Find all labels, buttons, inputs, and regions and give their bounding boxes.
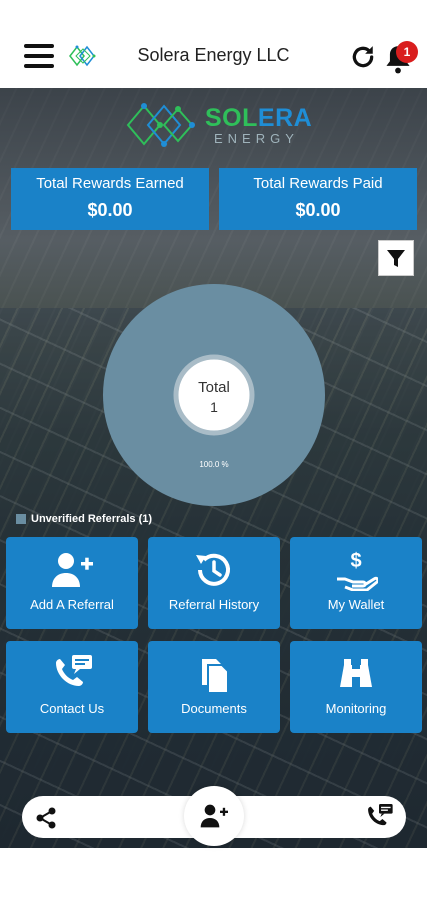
refresh-icon[interactable]: [350, 44, 376, 70]
tile-label: Documents: [181, 701, 247, 716]
tile-label: Add A Referral: [30, 597, 114, 612]
documents-icon: [202, 659, 229, 694]
filter-icon: [387, 250, 405, 267]
add-referral-fab[interactable]: [184, 786, 244, 846]
history-icon: [196, 553, 230, 586]
contact-phone-icon[interactable]: [364, 802, 394, 832]
legend-swatch: [16, 514, 26, 525]
rewards-earned-value: $0.00: [87, 200, 133, 220]
chart-center-value: 1: [210, 399, 218, 415]
brand-logo: SOLERA ENERGY: [124, 100, 312, 150]
brand-network-icon: [126, 103, 195, 147]
binoculars-icon: [340, 659, 372, 687]
rewards-paid-label: Total Rewards Paid: [253, 175, 383, 192]
rewards-paid-value: $0.00: [295, 200, 341, 220]
chart-legend: Unverified Referrals (1): [16, 513, 152, 525]
chart-center-label: Total: [198, 379, 230, 396]
referral-history-tile[interactable]: Referral History: [148, 537, 280, 629]
chart-slice-label: 100.0 %: [199, 460, 228, 469]
referrals-chart: Total 1 100.0 %: [102, 283, 326, 507]
referrals-donut-chart: Total 1 100.0 %: [103, 284, 325, 506]
wallet-hand-icon: $: [337, 550, 378, 591]
brand-name-part1: SOL: [205, 104, 258, 132]
phone-message-icon: [56, 655, 92, 686]
monitoring-tile[interactable]: Monitoring: [290, 641, 422, 733]
rewards-earned-label: Total Rewards Earned: [36, 175, 184, 192]
share-icon[interactable]: [34, 806, 58, 830]
tile-label: Referral History: [168, 597, 260, 612]
tile-label: My Wallet: [327, 597, 385, 612]
app-header: Solera Energy LLC 1: [0, 0, 427, 88]
contact-us-tile[interactable]: Contact Us: [6, 641, 138, 733]
total-rewards-paid-card: Total Rewards Paid $0.00: [219, 168, 417, 230]
add-user-icon: [200, 804, 228, 828]
documents-tile[interactable]: Documents: [148, 641, 280, 733]
total-rewards-earned-card: Total Rewards Earned $0.00: [11, 168, 209, 230]
svg-text:$: $: [350, 550, 361, 572]
notification-badge: 1: [396, 41, 418, 63]
tile-label: Contact Us: [39, 701, 105, 716]
filter-button[interactable]: [378, 240, 414, 276]
legend-label: Unverified Referrals: [31, 513, 136, 525]
brand-name-part2: ERA: [257, 104, 313, 132]
legend-count: (1): [138, 513, 153, 525]
add-referral-tile[interactable]: Add A Referral: [6, 537, 138, 629]
brand-name: SOLERA: [205, 104, 312, 133]
brand-subtitle: ENERGY: [214, 131, 299, 146]
tile-label: Monitoring: [325, 701, 387, 716]
add-user-icon: [52, 553, 93, 587]
my-wallet-tile[interactable]: $ My Wallet: [290, 537, 422, 629]
